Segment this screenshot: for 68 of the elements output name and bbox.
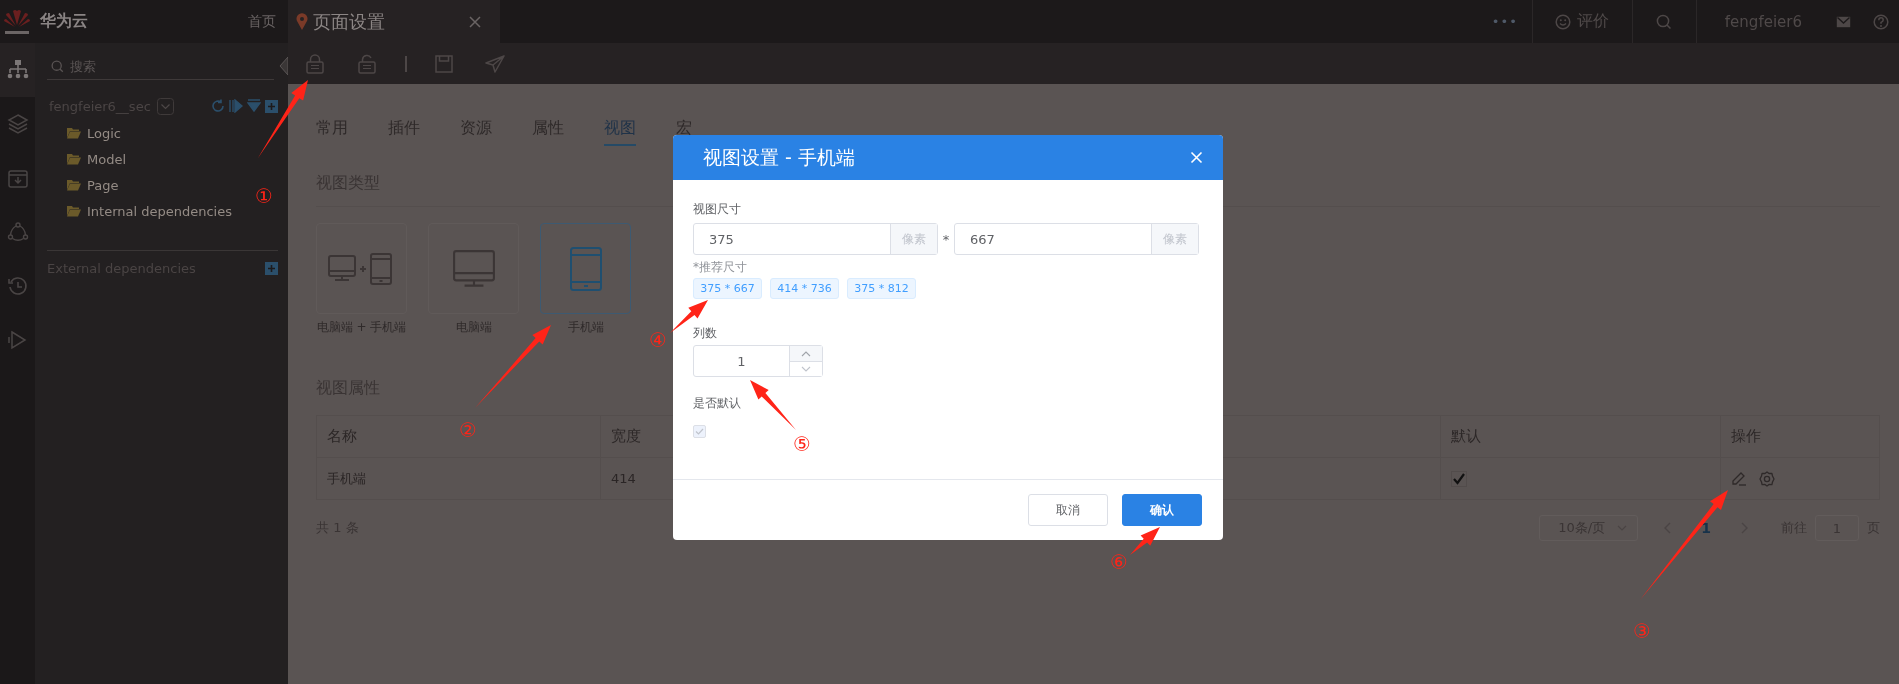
help-icon[interactable] — [1873, 13, 1889, 30]
save-icon[interactable] — [435, 54, 453, 73]
page-tab[interactable]: 页面设置 — [288, 0, 500, 43]
page-number[interactable]: 1 — [1701, 520, 1711, 536]
size-tag[interactable]: 375 * 667 — [693, 278, 762, 299]
history-icon[interactable] — [6, 275, 29, 297]
hint-label: *推荐尺寸 — [693, 259, 748, 275]
folder-icon — [67, 153, 81, 165]
run-icon[interactable] — [229, 99, 243, 113]
annotation-number: ④ — [648, 327, 668, 353]
sitemap-icon[interactable] — [6, 59, 29, 81]
tree-item[interactable]: Page — [47, 174, 119, 196]
more-menu[interactable]: ••• — [1491, 14, 1518, 29]
size-tag[interactable]: 414 * 736 — [770, 278, 839, 299]
annotation-arrow — [750, 380, 796, 430]
cancel-button[interactable]: 取消 — [1028, 494, 1108, 526]
brand-name: 华为云 — [40, 11, 88, 32]
unlock-icon[interactable] — [357, 53, 377, 74]
tree-item[interactable]: Logic — [47, 122, 121, 144]
annotation-number: ⑤ — [792, 431, 812, 457]
number-stepper[interactable]: 1 — [693, 345, 823, 377]
chevron-up-icon[interactable] — [801, 350, 811, 357]
tab[interactable]: 视图 — [604, 114, 636, 146]
folder-icon — [67, 127, 81, 139]
add-icon[interactable] — [265, 99, 278, 113]
send-icon[interactable] — [485, 54, 505, 73]
pin-icon — [296, 12, 308, 31]
play-icon[interactable] — [6, 329, 29, 351]
tab-title: 页面设置 — [313, 9, 385, 34]
field-label: 是否默认 — [693, 395, 742, 411]
folder-icon — [67, 205, 81, 217]
annotation-number: ② — [458, 417, 478, 443]
annotation-number: ① — [254, 183, 274, 209]
filter-icon[interactable] — [247, 99, 261, 113]
home-link[interactable]: 首页 — [248, 12, 276, 31]
annotation-number: ⑥ — [1109, 549, 1129, 575]
search-icon — [51, 60, 64, 73]
annotation-arrow — [1130, 527, 1160, 555]
refresh-icon[interactable] — [211, 99, 225, 113]
view-type-card[interactable] — [540, 223, 631, 314]
times-sign: * — [941, 231, 951, 247]
field-label: 视图尺寸 — [693, 201, 742, 217]
tree-item[interactable]: Model — [47, 148, 127, 170]
search-icon[interactable] — [1656, 13, 1673, 30]
view-type-card[interactable] — [428, 223, 519, 314]
edit-icon[interactable] — [1731, 470, 1747, 487]
tree-item[interactable]: Internal dependencies — [47, 200, 232, 222]
monitor-icon — [451, 248, 496, 289]
add-icon[interactable] — [265, 261, 278, 275]
dialog-title: 视图设置 - 手机端 — [703, 144, 855, 170]
tablet-icon — [568, 245, 603, 292]
annotation-number: ③ — [1632, 618, 1652, 644]
download-box-icon[interactable] — [6, 167, 29, 189]
smiley-icon — [1555, 13, 1572, 30]
chevron-down-icon[interactable] — [801, 365, 811, 372]
field-label: 列数 — [693, 325, 718, 341]
mail-icon[interactable] — [1836, 15, 1851, 28]
size-tag[interactable]: 375 * 812 — [847, 278, 916, 299]
view-type-card[interactable] — [316, 223, 407, 314]
layers-icon[interactable] — [6, 113, 29, 135]
confirm-button[interactable]: 确认 — [1122, 494, 1202, 526]
search-field[interactable]: 搜索 — [70, 59, 220, 74]
lock-icon[interactable] — [305, 53, 325, 74]
folder-icon — [67, 179, 81, 191]
close-icon[interactable] — [468, 14, 482, 29]
settings-icon[interactable] — [1759, 470, 1775, 487]
dropdown-icon[interactable] — [156, 97, 174, 115]
network-icon[interactable] — [6, 221, 29, 243]
